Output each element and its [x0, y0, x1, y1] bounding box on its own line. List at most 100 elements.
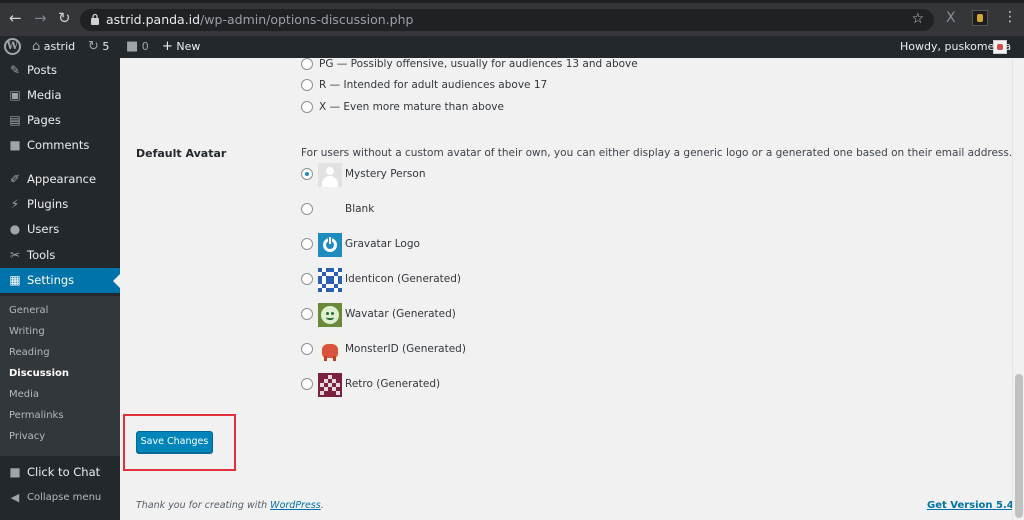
- plugins-icon: ⚡: [10, 197, 20, 211]
- comments-count: 0: [141, 40, 149, 53]
- scrollbar-thumb[interactable]: [1015, 374, 1023, 518]
- rating-radio-x[interactable]: [301, 101, 313, 113]
- settings-icon: ▦: [9, 273, 21, 287]
- reload-icon[interactable]: ↻: [58, 8, 71, 28]
- avatar-radio-retro[interactable]: [301, 378, 313, 390]
- sidebar-item-label: Plugins: [27, 197, 69, 211]
- home-icon: ⌂: [32, 39, 41, 54]
- extension-icon[interactable]: [972, 10, 988, 26]
- site-name-link[interactable]: ⌂ astrid: [32, 36, 75, 58]
- user-avatar[interactable]: [993, 40, 1007, 54]
- monsterid-avatar-icon: [318, 338, 342, 362]
- retro-avatar-icon: [318, 373, 342, 397]
- avatar-radio-monsterid[interactable]: [301, 343, 313, 355]
- avatar-radio-identicon[interactable]: [301, 273, 313, 285]
- mystery-person-avatar-icon: [318, 163, 342, 187]
- comments-icon: ■: [9, 138, 21, 152]
- default-avatar-heading: Default Avatar: [136, 147, 227, 160]
- new-label: New: [176, 40, 201, 53]
- collapse-menu-button[interactable]: ◀ Collapse menu: [0, 485, 120, 510]
- sidebar-item-posts[interactable]: ✎ Posts: [0, 58, 120, 83]
- avatar-label-retro: Retro (Generated): [345, 378, 441, 390]
- sidebar-item-tools[interactable]: ✂ Tools: [0, 243, 120, 268]
- back-arrow-icon[interactable]: ←: [9, 8, 22, 28]
- submenu-discussion[interactable]: Discussion: [9, 367, 69, 381]
- lock-icon: [91, 13, 99, 25]
- submenu-general[interactable]: General: [9, 304, 48, 318]
- sidebar-item-plugins[interactable]: ⚡ Plugins: [0, 192, 120, 217]
- avatar-label-wavatar: Wavatar (Generated): [345, 308, 456, 320]
- footer-thanks-suffix: .: [320, 500, 324, 511]
- sidebar-item-label: Appearance: [27, 172, 97, 186]
- browser-toolbar: ← → ↻ astrid.panda.id/wp-admin/options-d…: [0, 0, 1024, 36]
- sidebar-item-pages[interactable]: ▤ Pages: [0, 108, 120, 133]
- pin-icon: ✎: [9, 63, 21, 77]
- forward-arrow-icon[interactable]: →: [34, 8, 47, 28]
- sidebar-item-label: Users: [27, 222, 60, 236]
- gravatar-logo-icon: [318, 233, 342, 257]
- sidebar-item-label: Settings: [27, 273, 75, 287]
- updates-link[interactable]: ↻ 5: [88, 36, 109, 58]
- sidebar-item-click-to-chat[interactable]: ■ Click to Chat: [0, 460, 120, 485]
- sidebar-item-label: Tools: [27, 248, 56, 262]
- submenu-permalinks[interactable]: Permalinks: [9, 409, 64, 423]
- updates-icon: ↻: [88, 39, 99, 54]
- sidebar-item-label: Posts: [27, 63, 58, 77]
- plus-icon: +: [162, 39, 173, 54]
- page-scrollbar[interactable]: [1012, 58, 1024, 520]
- browser-menu-icon[interactable]: ⋮: [1003, 9, 1017, 25]
- avatar-radio-gravatar[interactable]: [301, 238, 313, 250]
- rating-radio-r[interactable]: [301, 79, 313, 91]
- sidebar-item-users[interactable]: ● Users: [0, 217, 120, 242]
- pages-icon: ▤: [9, 113, 21, 127]
- avatar-label-mystery: Mystery Person: [345, 168, 426, 180]
- sidebar-item-comments[interactable]: ■ Comments: [0, 133, 120, 158]
- avatar-label-monsterid: MonsterID (Generated): [345, 343, 466, 355]
- save-changes-button[interactable]: Save Changes: [136, 431, 213, 453]
- comment-bubble-icon: ■: [126, 39, 139, 54]
- submenu-privacy[interactable]: Privacy: [9, 430, 45, 444]
- sidebar-item-media[interactable]: ▣ Media: [0, 83, 120, 108]
- comments-link[interactable]: ■ 0: [126, 36, 149, 58]
- sidebar-item-appearance[interactable]: ✐ Appearance: [0, 167, 120, 192]
- settings-submenu: General Writing Reading Discussion Media…: [0, 296, 120, 456]
- submenu-media[interactable]: Media: [9, 388, 39, 402]
- rating-label-r: R — Intended for adult audiences above 1…: [319, 79, 548, 91]
- footer-wordpress-link[interactable]: WordPress: [270, 500, 321, 511]
- sidebar-item-label: Pages: [27, 113, 61, 127]
- admin-sidebar: ✎ Posts ▣ Media ▤ Pages ■ Comments ✐ App…: [0, 58, 120, 520]
- extension-x-icon[interactable]: X: [946, 10, 956, 26]
- tools-icon: ✂: [9, 248, 21, 262]
- site-name-label: astrid: [43, 40, 76, 53]
- rating-label-pg: PG — Possibly offensive, usually for aud…: [319, 58, 638, 70]
- bookmark-star-icon[interactable]: ☆: [911, 11, 924, 27]
- wavatar-avatar-icon: [318, 303, 342, 327]
- sidebar-item-label: Click to Chat: [27, 465, 101, 479]
- browser-tab-strip: [0, 0, 1024, 3]
- media-icon: ▣: [9, 88, 21, 102]
- wordpress-logo-icon[interactable]: W: [4, 38, 21, 55]
- rating-radio-pg[interactable]: [301, 58, 313, 70]
- avatar-radio-wavatar[interactable]: [301, 308, 313, 320]
- users-icon: ●: [9, 222, 21, 236]
- avatar-label-identicon: Identicon (Generated): [345, 273, 461, 285]
- updates-count: 5: [102, 40, 110, 53]
- avatar-radio-mystery[interactable]: [301, 168, 313, 180]
- avatar-radio-blank[interactable]: [301, 203, 313, 215]
- url-path: /wp-admin/options-discussion.php: [200, 12, 414, 27]
- sidebar-item-settings[interactable]: ▦ Settings: [0, 268, 120, 293]
- submenu-reading[interactable]: Reading: [9, 346, 50, 360]
- identicon-avatar-icon: [318, 268, 342, 292]
- submenu-writing[interactable]: Writing: [9, 325, 45, 339]
- chat-icon: ■: [9, 465, 21, 479]
- get-version-link[interactable]: Get Version 5.4: [927, 500, 1014, 511]
- footer-thanks-prefix: Thank you for creating with: [136, 500, 268, 511]
- address-bar[interactable]: astrid.panda.id/wp-admin/options-discuss…: [80, 9, 934, 31]
- rating-label-x: X — Even more mature than above: [319, 101, 504, 113]
- new-content-link[interactable]: + New: [162, 36, 200, 58]
- main-content: PG — Possibly offensive, usually for aud…: [120, 58, 1014, 520]
- url-host: astrid.panda.id: [106, 12, 201, 27]
- collapse-arrow-icon: ◀: [10, 491, 20, 504]
- url-text: astrid.panda.id/wp-admin/options-discuss…: [106, 12, 413, 27]
- footer-thanks: Thank you for creating with WordPress.: [136, 500, 324, 511]
